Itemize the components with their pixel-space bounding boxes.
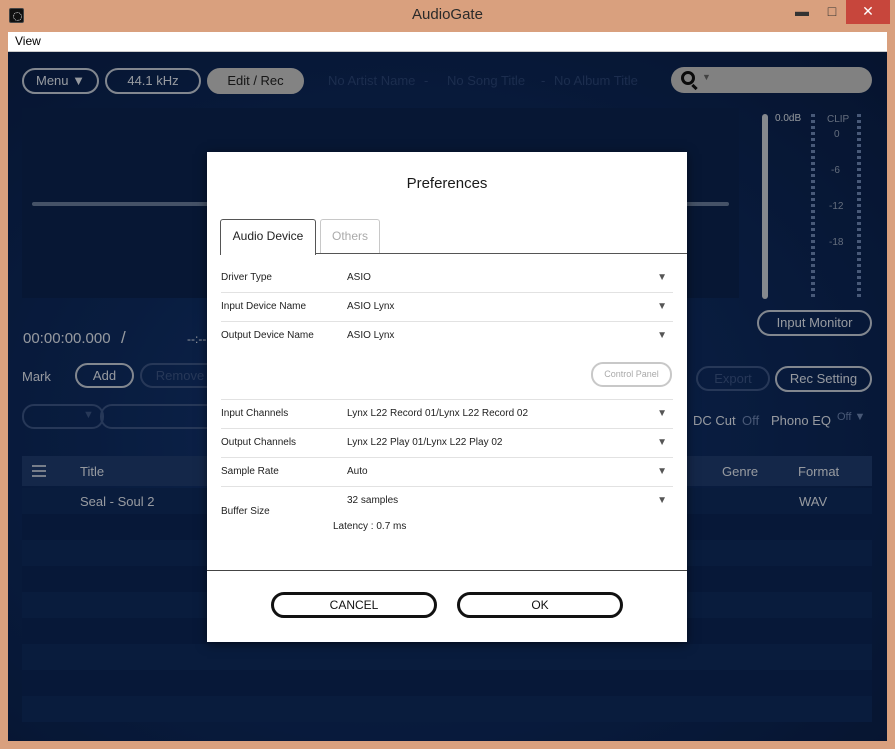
- input-device-value: ASIO Lynx: [347, 301, 395, 312]
- buffer-size-row[interactable]: Buffer Size 32 samples ▼: [221, 487, 673, 537]
- latency-value: Latency : 0.7 ms: [333, 521, 407, 532]
- output-device-label: Output Device Name: [221, 330, 314, 341]
- input-channels-value: Lynx L22 Record 01/Lynx L22 Record 02: [347, 408, 529, 419]
- output-channels-label: Output Channels: [221, 437, 297, 448]
- chevron-down-icon[interactable]: ▼: [657, 437, 667, 448]
- sample-rate-row[interactable]: Sample Rate Auto ▼: [221, 458, 673, 487]
- output-device-value: ASIO Lynx: [347, 330, 395, 341]
- sample-rate-value: Auto: [347, 466, 368, 477]
- chevron-down-icon[interactable]: ▼: [657, 466, 667, 477]
- driver-type-row[interactable]: Driver Type ASIO ▼: [221, 264, 673, 293]
- driver-type-value: ASIO: [347, 272, 371, 283]
- window-title: AudioGate: [412, 6, 483, 23]
- chevron-down-icon[interactable]: ▼: [657, 408, 667, 419]
- tab-others[interactable]: Others: [320, 219, 380, 254]
- footer-divider: [207, 570, 687, 571]
- chevron-down-icon[interactable]: ▼: [657, 272, 667, 283]
- input-device-label: Input Device Name: [221, 301, 307, 312]
- output-device-row[interactable]: Output Device Name ASIO Lynx ▼: [221, 322, 673, 400]
- minimize-button[interactable]: ▬: [788, 0, 816, 24]
- ok-button[interactable]: OK: [457, 592, 623, 618]
- menu-bar: View: [8, 32, 887, 52]
- cancel-button[interactable]: CANCEL: [271, 592, 437, 618]
- menu-view[interactable]: View: [15, 34, 41, 48]
- input-channels-label: Input Channels: [221, 408, 289, 419]
- title-bar: AudioGate ▬ □ ✕: [0, 0, 895, 32]
- tab-audio-device[interactable]: Audio Device: [220, 219, 316, 255]
- input-channels-row[interactable]: Input Channels Lynx L22 Record 01/Lynx L…: [221, 400, 673, 429]
- buffer-size-value: 32 samples: [347, 495, 399, 506]
- input-device-row[interactable]: Input Device Name ASIO Lynx ▼: [221, 293, 673, 322]
- preferences-dialog: Preferences Audio Device Others Driver T…: [207, 152, 687, 642]
- driver-type-label: Driver Type: [221, 272, 272, 283]
- chevron-down-icon[interactable]: ▼: [657, 301, 667, 312]
- dialog-title: Preferences: [406, 175, 488, 192]
- maximize-button[interactable]: □: [818, 0, 846, 24]
- output-channels-row[interactable]: Output Channels Lynx L22 Play 01/Lynx L2…: [221, 429, 673, 458]
- buffer-size-label: Buffer Size: [221, 506, 270, 517]
- chevron-down-icon[interactable]: ▼: [657, 330, 667, 341]
- sample-rate-label: Sample Rate: [221, 466, 279, 477]
- close-button[interactable]: ✕: [846, 0, 890, 24]
- output-channels-value: Lynx L22 Play 01/Lynx L22 Play 02: [347, 437, 503, 448]
- control-panel-button[interactable]: Control Panel: [591, 362, 672, 387]
- chevron-down-icon[interactable]: ▼: [657, 495, 667, 506]
